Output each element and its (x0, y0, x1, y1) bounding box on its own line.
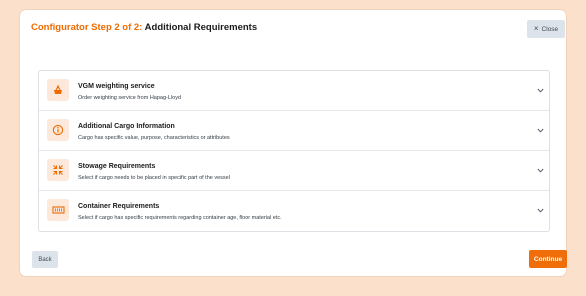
requirement-title: Stowage Requirements (78, 163, 156, 170)
dialog-title: Configurator Step 2 of 2: Additional Req… (31, 22, 257, 33)
requirement-description: Cargo has specific value, purpose, chara… (78, 135, 230, 141)
chevron-down-icon[interactable] (535, 165, 545, 175)
requirement-description: Select if cargo has specific requirement… (78, 215, 282, 221)
container-icon (47, 199, 69, 221)
requirement-vgm-weighting[interactable]: VGM weighting service Order weighting se… (39, 71, 549, 111)
configurator-dialog: Configurator Step 2 of 2: Additional Req… (20, 10, 567, 276)
close-label: Close (541, 25, 559, 33)
requirements-list: VGM weighting service Order weighting se… (38, 70, 550, 232)
requirement-description: Select if cargo needs to be placed in sp… (78, 175, 230, 181)
requirement-title: VGM weighting service (78, 83, 155, 90)
requirement-description: Order weighting service from Hapag-Lloyd (78, 95, 182, 101)
close-icon: × (533, 24, 539, 33)
back-button[interactable]: Back (32, 251, 58, 268)
chevron-down-icon[interactable] (535, 205, 545, 215)
stowage-icon (47, 159, 69, 181)
requirement-additional-cargo-info[interactable]: Additional Cargo Information Cargo has s… (39, 111, 549, 151)
step-name: Additional Requirements (144, 22, 258, 33)
continue-button[interactable]: Continue (529, 250, 567, 268)
scale-icon (47, 79, 69, 101)
step-indicator: Configurator Step 2 of 2: (31, 22, 143, 33)
chevron-down-icon[interactable] (535, 125, 545, 135)
chevron-down-icon[interactable] (535, 85, 545, 95)
requirement-title: Additional Cargo Information (78, 123, 175, 130)
requirement-stowage[interactable]: Stowage Requirements Select if cargo nee… (39, 151, 549, 191)
info-icon (47, 119, 69, 141)
requirement-title: Container Requirements (78, 203, 160, 210)
close-button[interactable]: × Close (527, 20, 565, 38)
requirement-container[interactable]: Container Requirements Select if cargo h… (39, 191, 549, 231)
